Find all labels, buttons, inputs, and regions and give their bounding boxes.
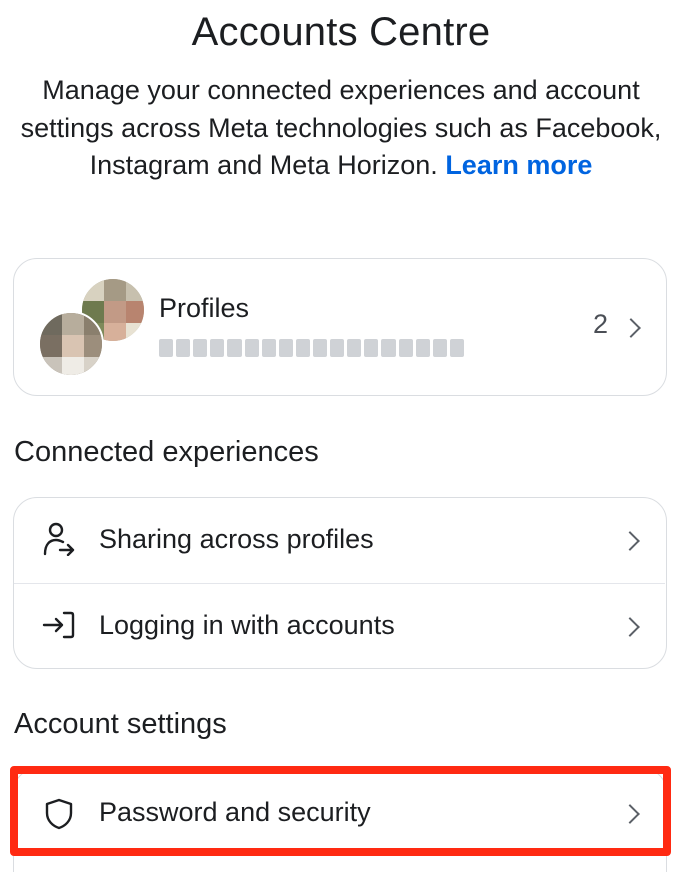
account-settings-card: Password and security bbox=[13, 768, 667, 872]
intro-text: Manage your connected experiences and ac… bbox=[10, 72, 672, 185]
profiles-count: 2 bbox=[592, 309, 608, 339]
logging-in-with-accounts-label: Logging in with accounts bbox=[99, 610, 395, 640]
connected-experiences-card: Sharing across profiles Logging in with … bbox=[13, 497, 667, 669]
profile-names-redacted bbox=[159, 339, 464, 357]
person-share-icon bbox=[43, 522, 75, 556]
profile-avatar-facebook bbox=[38, 311, 104, 377]
profiles-label: Profiles bbox=[159, 293, 250, 323]
connected-experiences-heading: Connected experiences bbox=[14, 436, 319, 468]
password-and-security-label: Password and security bbox=[99, 797, 371, 827]
chevron-right-icon bbox=[620, 804, 640, 824]
logging-in-with-accounts-row[interactable]: Logging in with accounts bbox=[14, 584, 665, 670]
password-and-security-row[interactable]: Password and security bbox=[14, 769, 665, 855]
account-settings-heading: Account settings bbox=[14, 708, 227, 740]
chevron-right-icon bbox=[621, 318, 641, 338]
page-title: Accounts Centre bbox=[191, 10, 491, 54]
sharing-across-profiles-label: Sharing across profiles bbox=[99, 524, 374, 554]
profiles-card[interactable]: Profiles 2 bbox=[13, 258, 667, 396]
chevron-right-icon bbox=[620, 617, 640, 637]
shield-icon bbox=[45, 798, 73, 830]
learn-more-link[interactable]: Learn more bbox=[445, 150, 592, 180]
sharing-across-profiles-row[interactable]: Sharing across profiles bbox=[14, 498, 665, 584]
login-arrow-icon bbox=[42, 611, 75, 639]
accounts-centre-page: Accounts Centre Manage your connected ex… bbox=[0, 0, 682, 872]
chevron-right-icon bbox=[620, 531, 640, 551]
